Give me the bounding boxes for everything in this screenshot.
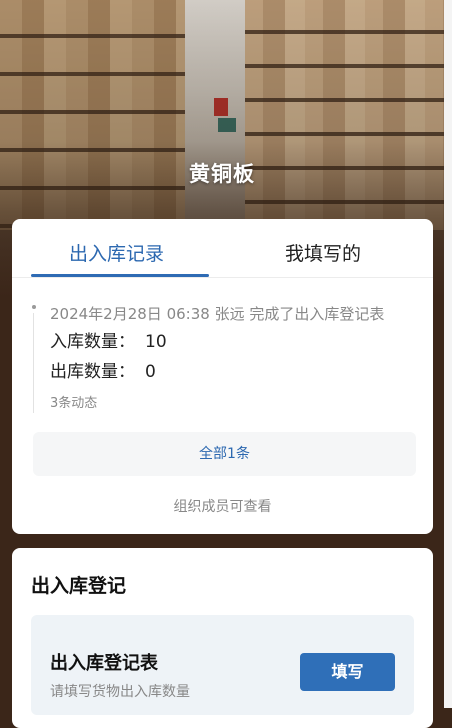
register-card: 出入库登记 出入库登记表 请填写货物出入库数量 填写 — [12, 548, 433, 728]
form-name: 出入库登记表 — [50, 653, 158, 674]
tab-my-submissions[interactable]: 我填写的 — [285, 239, 361, 266]
form-description: 请填写货物出入库数量 — [50, 684, 190, 700]
timeline-dot — [32, 305, 36, 309]
view-all-button[interactable]: 全部1条 — [33, 432, 416, 476]
tab-in-out-records[interactable]: 出入库记录 — [69, 239, 164, 266]
tab-bar: 出入库记录 我填写的 — [12, 219, 433, 278]
active-tab-indicator — [31, 274, 209, 277]
records-card: 出入库记录 我填写的 2024年2月28日 06:38 张远 完成了出入库登记表… — [12, 219, 433, 534]
record-field-out: 出库数量： 0 — [50, 357, 156, 382]
fill-button[interactable]: 填写 — [300, 653, 395, 691]
visibility-note: 组织成员可查看 — [173, 499, 272, 515]
timeline-line — [33, 313, 34, 413]
field-label: 入库数量： — [50, 332, 135, 352]
record-headline: 2024年2月28日 06:38 张远 完成了出入库登记表 — [50, 305, 385, 323]
field-value: 0 — [145, 362, 156, 382]
form-entry[interactable]: 出入库登记表 请填写货物出入库数量 填写 — [31, 615, 414, 715]
right-edge-strip — [444, 0, 452, 708]
field-value: 10 — [145, 332, 167, 352]
record-field-in: 入库数量： 10 — [50, 327, 167, 352]
section-title: 出入库登记 — [31, 575, 127, 597]
record-timeline-item[interactable]: 2024年2月28日 06:38 张远 完成了出入库登记表 入库数量： 10 出库… — [32, 299, 422, 413]
activity-count[interactable]: 3条动态 — [50, 392, 97, 411]
page-title: 黄铜板 — [189, 162, 255, 186]
field-label: 出库数量： — [50, 362, 135, 382]
